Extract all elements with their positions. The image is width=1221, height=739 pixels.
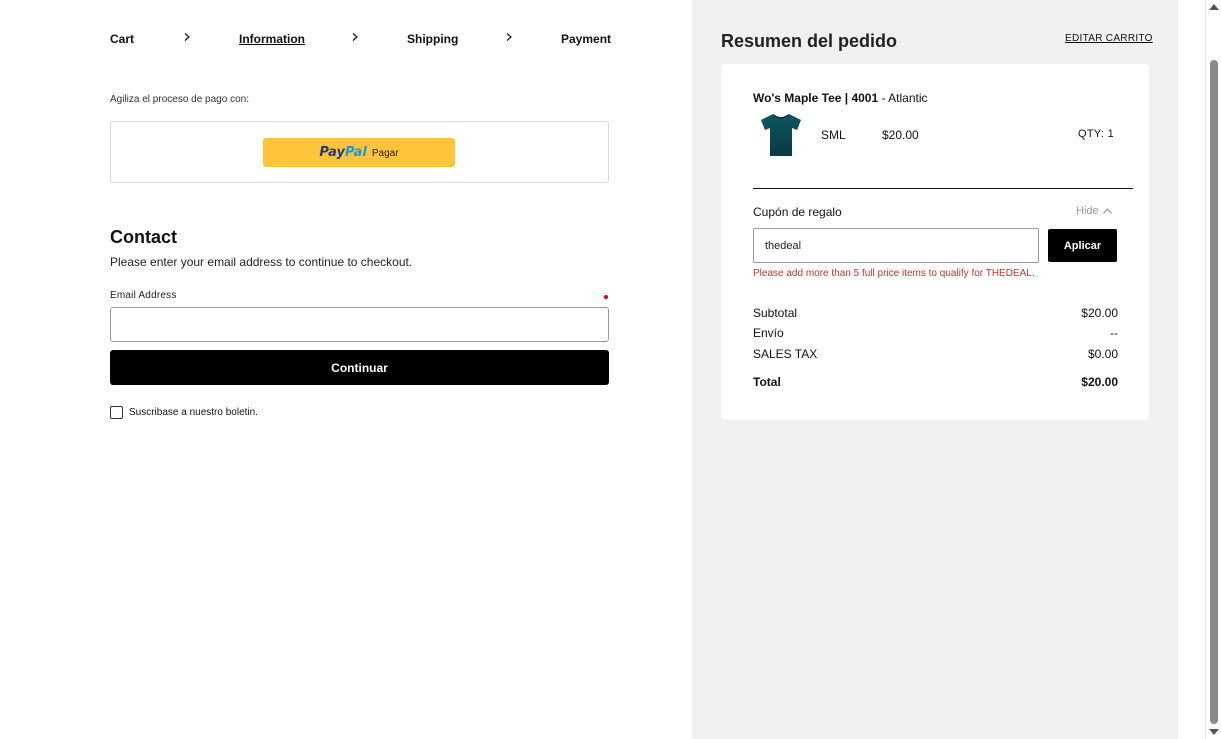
coupon-hide-toggle[interactable]: Hide (1076, 205, 1112, 217)
subtotal-value: $20.00 (1081, 306, 1118, 320)
contact-title: Contact (110, 227, 177, 247)
paypal-logo: PayPal (319, 145, 367, 160)
sales-tax-value: $0.00 (1087, 347, 1118, 361)
total-value: $20.00 (1081, 375, 1118, 389)
coupon-error-message: Please add more than 5 full price items … (753, 268, 1035, 279)
continue-button[interactable]: Continuar (110, 350, 609, 385)
checkout-page: Cart Information Shipping Payment Agiliz… (0, 0, 1221, 739)
checkout-main-panel: Cart Information Shipping Payment Agiliz… (0, 0, 692, 739)
sales-tax-row: SALES TAX $0.00 (753, 347, 1118, 361)
newsletter-checkbox[interactable] (110, 406, 123, 419)
sales-tax-label: SALES TAX (753, 347, 818, 361)
newsletter-option: Suscribase a nuestro boletin. (110, 406, 258, 419)
chevron-right-icon (505, 33, 513, 41)
email-field[interactable] (110, 307, 609, 342)
breadcrumb: Cart Information Shipping Payment (110, 30, 612, 48)
total-label: Total (753, 375, 781, 389)
breadcrumb-payment: Payment (561, 32, 612, 46)
order-summary-card: Wo's Maple Tee | 4001 - Atlantic SML $20… (721, 64, 1149, 420)
divider (753, 188, 1133, 189)
required-indicator (604, 295, 608, 299)
product-quantity: QTY: 1 (1078, 128, 1115, 140)
product-name: Wo's Maple Tee | 4001 - Atlantic (753, 91, 928, 105)
breadcrumb-information[interactable]: Information (239, 32, 305, 46)
breadcrumb-cart[interactable]: Cart (110, 32, 134, 46)
shipping-row: Envío -- (753, 326, 1118, 340)
scroll-down-icon[interactable] (1209, 729, 1219, 735)
scrollbar[interactable] (1205, 0, 1221, 739)
coupon-hide-label: Hide (1076, 205, 1099, 217)
product-price: $20.00 (882, 128, 919, 142)
tshirt-icon (759, 112, 803, 158)
chevron-up-icon (1102, 205, 1112, 217)
edit-cart-link[interactable]: EDITAR CARRITO (1065, 33, 1153, 44)
chevron-right-icon (351, 33, 359, 41)
scrollbar-thumb[interactable] (1210, 60, 1218, 724)
paypal-button[interactable]: PayPal Pagar (263, 138, 455, 167)
contact-subtitle: Please enter your email address to conti… (110, 255, 413, 269)
breadcrumb-shipping: Shipping (407, 32, 459, 46)
email-label: Email Address (110, 290, 177, 301)
newsletter-label[interactable]: Suscribase a nuestro boletin. (129, 407, 258, 418)
apply-coupon-button[interactable]: Aplicar (1048, 229, 1117, 262)
shipping-label: Envío (753, 326, 784, 340)
chevron-right-icon (183, 33, 191, 41)
express-checkout-box: PayPal Pagar (110, 121, 609, 183)
subtotal-row: Subtotal $20.00 (753, 306, 1118, 320)
paypal-button-label: Pagar (371, 148, 399, 159)
product-size: SML (821, 128, 846, 142)
subtotal-label: Subtotal (753, 306, 798, 320)
express-checkout-label: Agiliza el proceso de pago con: (110, 94, 249, 105)
shipping-value: -- (1110, 326, 1118, 340)
product-variant: - Atlantic (878, 91, 928, 105)
total-row: Total $20.00 (753, 375, 1118, 389)
scroll-up-icon[interactable] (1209, 4, 1219, 10)
coupon-input[interactable] (753, 228, 1039, 263)
coupon-title: Cupón de regalo (753, 205, 842, 219)
order-summary-title: Resumen del pedido (721, 31, 898, 51)
